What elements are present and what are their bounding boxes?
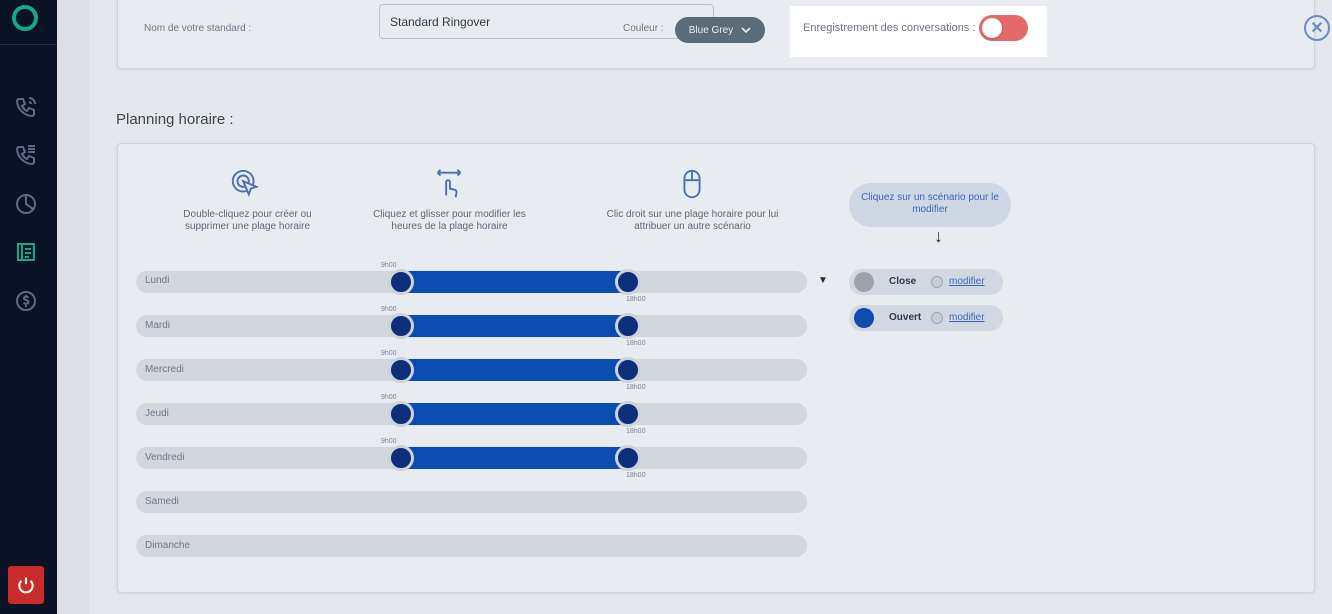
range-end-time: 18h00 [626, 296, 646, 303]
day-label: Mardi [145, 320, 171, 331]
double-click-icon [228, 166, 264, 202]
range-start-handle[interactable] [388, 357, 414, 383]
range-end-time: 18h00 [626, 340, 646, 347]
stats-pie-icon[interactable] [13, 191, 39, 217]
drag-icon [431, 166, 467, 202]
range-start-handle[interactable] [388, 313, 414, 339]
toggle-knob [982, 18, 1002, 38]
ringover-logo[interactable] [12, 5, 38, 31]
day-label: Mercredi [145, 364, 184, 375]
close-icon[interactable]: ✕ [1304, 15, 1330, 41]
day-label: Samedi [145, 496, 179, 507]
range-end-time: 18h00 [626, 428, 646, 435]
scenario-color-dot [854, 272, 874, 292]
sidebar-divider [0, 44, 57, 45]
day-label: Vendredi [145, 452, 185, 463]
power-icon [18, 577, 34, 594]
range-start-handle[interactable] [388, 445, 414, 471]
scenario-hint-bubble: Cliquez sur un scénario pour le modifier [849, 183, 1011, 227]
help-text-drag: Cliquez et glisser pour modifier les heu… [373, 209, 526, 232]
range-end-handle[interactable] [615, 357, 641, 383]
scenario-radio[interactable] [931, 276, 943, 288]
scenario-color-dot [854, 308, 874, 328]
time-range-bar[interactable] [401, 315, 628, 337]
range-end-handle[interactable] [615, 269, 641, 295]
time-range-bar[interactable] [401, 271, 628, 293]
color-label: Couleur : [623, 23, 664, 34]
billing-icon[interactable] [13, 288, 39, 314]
help-text-create: Double-cliquez pour créer ou supprimer u… [183, 209, 312, 232]
day-label: Jeudi [145, 408, 169, 419]
range-start-handle[interactable] [388, 401, 414, 427]
range-start-time: 9h00 [381, 438, 397, 445]
scenario-edit-link[interactable]: modifier [949, 276, 985, 287]
mouse-icon [674, 166, 710, 202]
time-range-bar[interactable] [401, 447, 628, 469]
chevron-down-icon [741, 27, 751, 33]
range-end-handle[interactable] [615, 401, 641, 427]
recording-setting: Enregistrement des conversations : [790, 6, 1047, 57]
range-end-handle[interactable] [615, 445, 641, 471]
caret-down-icon[interactable]: ▼ [818, 275, 828, 286]
scenario-hint-text: Cliquez sur un scénario pour le modifier [861, 192, 999, 215]
std-name-input[interactable]: Standard Ringover [379, 4, 714, 39]
scenario-edit-link[interactable]: modifier [949, 312, 985, 323]
color-select[interactable]: Blue Grey [675, 17, 765, 43]
time-range-bar[interactable] [401, 403, 628, 425]
range-end-time: 18h00 [626, 472, 646, 479]
day-label: Lundi [145, 275, 170, 286]
planning-title: Planning horaire : [116, 111, 234, 128]
range-start-time: 9h00 [381, 306, 397, 313]
phone-calls-icon[interactable] [13, 94, 39, 120]
day-track[interactable] [136, 491, 807, 513]
scenario-radio[interactable] [931, 312, 943, 324]
range-start-time: 9h00 [381, 394, 397, 401]
range-end-time: 18h00 [626, 384, 646, 391]
switchboard-icon[interactable] [13, 239, 39, 265]
time-range-bar[interactable] [401, 359, 628, 381]
recording-label: Enregistrement des conversations : [803, 22, 976, 34]
call-log-icon[interactable] [13, 142, 39, 168]
range-start-handle[interactable] [388, 269, 414, 295]
range-start-time: 9h00 [381, 262, 397, 269]
scenario-name: Close [889, 276, 917, 287]
scenario-name: Ouvert [889, 312, 922, 323]
day-track[interactable] [136, 535, 807, 557]
color-select-value: Blue Grey [688, 24, 734, 36]
sidebar [0, 0, 57, 614]
recording-toggle[interactable] [979, 15, 1028, 41]
range-start-time: 9h00 [381, 350, 397, 357]
scenario-close[interactable]: Close modifier [849, 269, 1003, 295]
range-end-handle[interactable] [615, 313, 641, 339]
standard-settings-card: Nom de votre standard : Standard Ringove… [117, 0, 1315, 69]
scenario-ouvert[interactable]: Ouvert modifier [849, 305, 1003, 331]
help-text-rightclick: Clic droit sur une plage horaire pour lu… [606, 209, 779, 232]
arrow-down-icon: ↓ [934, 226, 943, 246]
logout-power-button[interactable] [8, 566, 44, 604]
sidebar-gutter [57, 0, 89, 614]
std-name-label: Nom de votre standard : [144, 23, 252, 34]
day-label: Dimanche [145, 540, 191, 551]
